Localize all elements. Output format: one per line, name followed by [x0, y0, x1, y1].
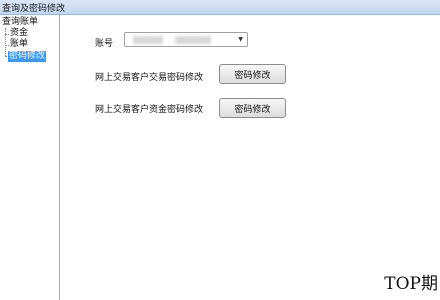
obscured-account-text [175, 36, 211, 44]
change-fund-password-button[interactable]: 密码修改 [219, 98, 286, 118]
tree-item-password-change[interactable]: 密码修改 [8, 51, 47, 62]
tree-root-query-bill[interactable]: 查询账单 [2, 17, 38, 28]
tree-connector [5, 45, 9, 46]
obscured-account-text [133, 36, 163, 44]
dropdown-arrow-icon[interactable]: ▼ [238, 36, 243, 43]
title-bar: 查询及密码修改 [0, 0, 440, 15]
fund-password-label: 网上交易客户资金密码修改 [95, 105, 204, 115]
trade-password-label: 网上交易客户交易密码修改 [95, 73, 204, 83]
account-select[interactable]: ▼ [124, 32, 248, 47]
account-label: 账号 [95, 39, 114, 49]
window-title: 查询及密码修改 [2, 4, 66, 14]
change-trade-password-button[interactable]: 密码修改 [219, 64, 286, 84]
nav-tree: 查询账单 资金 账单 密码修改 [0, 15, 60, 300]
tree-connector [5, 34, 9, 35]
tree-item-bill[interactable]: 账单 [10, 39, 28, 50]
watermark: TOP期 [384, 274, 438, 294]
tree-connector [5, 28, 6, 56]
tree-item-funds[interactable]: 资金 [10, 28, 28, 39]
